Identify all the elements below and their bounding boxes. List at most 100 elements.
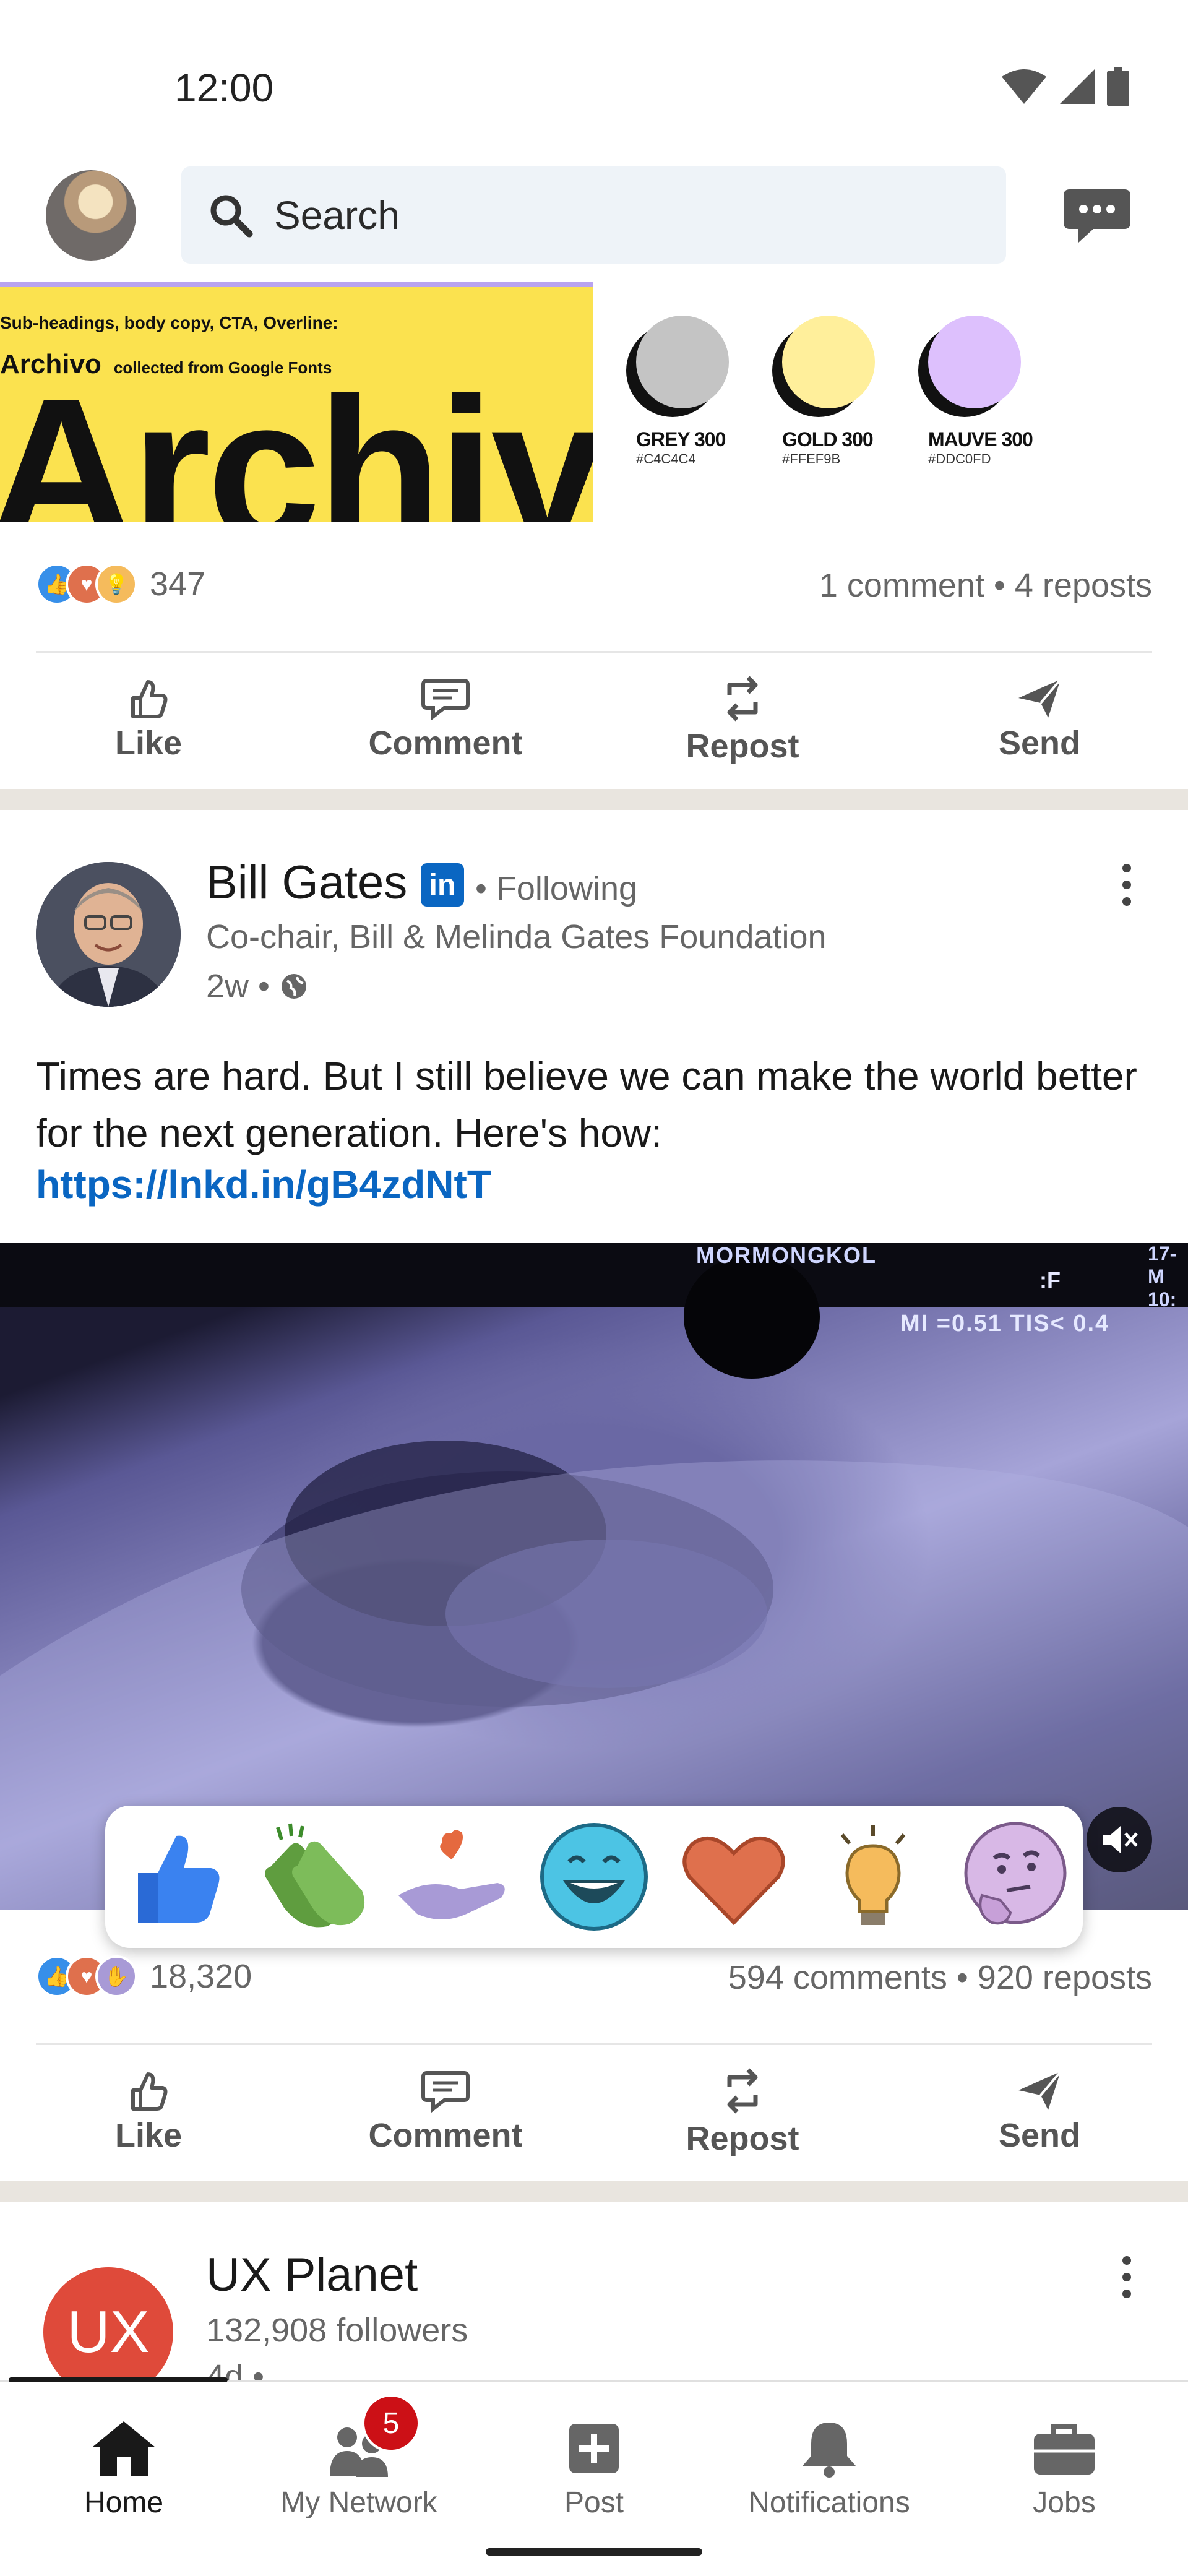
poster-subtitle: Sub-headings, body copy, CTA, Overline:	[0, 313, 338, 332]
send-button[interactable]: Send	[891, 665, 1188, 773]
wifi-icon	[1002, 69, 1046, 104]
send-label: Send	[998, 2116, 1081, 2154]
author-name[interactable]: UX Planet	[206, 2248, 418, 2302]
notification-badge: 5	[362, 2394, 420, 2452]
swatch-name: MAUVE 300	[928, 428, 1033, 450]
search-icon	[210, 195, 253, 237]
comment-icon	[421, 2070, 470, 2113]
nav-home[interactable]: Home	[19, 2419, 229, 2520]
bottom-navigation: Home My Network 5 Post Notifications Job…	[0, 2380, 1188, 2576]
celebrate-reaction[interactable]	[253, 1815, 377, 1939]
divider	[36, 2043, 1152, 2045]
video-overlay-text: :F	[1040, 1267, 1061, 1293]
love-reaction[interactable]	[672, 1815, 796, 1939]
engagement-stats[interactable]: 594 comments • 920 reposts	[728, 1958, 1152, 1997]
nav-home-label: Home	[84, 2486, 164, 2519]
repost-button[interactable]: Repost	[594, 2057, 891, 2166]
reaction-picker	[105, 1806, 1083, 1948]
swatch-circle	[636, 316, 729, 408]
divider	[36, 651, 1152, 653]
reaction-summary[interactable]: 👍 ♥ ✋ 18,320	[36, 1955, 252, 1997]
swatch-hex: #FFEF9B	[782, 451, 841, 467]
mute-button[interactable]	[1087, 1807, 1152, 1872]
battery-icon	[1107, 67, 1129, 106]
nav-jobs-label: Jobs	[1033, 2486, 1096, 2519]
following-status: • Following	[475, 870, 638, 907]
send-button[interactable]: Send	[891, 2057, 1188, 2166]
support-reaction[interactable]	[392, 1815, 516, 1939]
video-overlay-text: MORMONGKOL	[696, 1243, 877, 1268]
swatch-name: GOLD 300	[782, 428, 874, 450]
status-time: 12:00	[174, 66, 274, 110]
status-icons	[1001, 67, 1129, 106]
reaction-count: 347	[150, 566, 206, 603]
send-label: Send	[998, 724, 1081, 762]
signal-icon	[1060, 69, 1095, 104]
nav-post[interactable]: Post	[489, 2419, 699, 2520]
swatch-name: GREY 300	[636, 428, 726, 450]
like-reaction[interactable]	[113, 1815, 237, 1939]
laughing-face-icon	[540, 1823, 648, 1931]
action-bar: Like Comment Repost Send	[0, 665, 1188, 773]
swatch-mauve: MAUVE 300 #DDC0FD	[928, 316, 1033, 467]
thumbs-up-icon	[137, 1835, 220, 1923]
engagement-stats[interactable]: 1 comment • 4 reposts	[819, 566, 1152, 605]
nav-notifications[interactable]: Notifications	[724, 2419, 934, 2520]
like-button[interactable]: Like	[0, 665, 297, 773]
curious-reaction[interactable]	[951, 1815, 1075, 1939]
author-avatar[interactable]	[36, 862, 181, 1007]
more-options-icon[interactable]	[1111, 860, 1142, 910]
insightful-reaction-icon: 💡	[95, 563, 137, 605]
active-tab-indicator	[9, 2377, 228, 2382]
gesture-handle[interactable]	[486, 2548, 702, 2556]
briefcase-icon	[1034, 2424, 1095, 2475]
insightful-reaction[interactable]	[811, 1815, 935, 1939]
poster-big-text: Archivo	[0, 355, 593, 523]
repost-icon	[727, 2068, 758, 2113]
funny-reaction[interactable]	[532, 1815, 656, 1939]
author-name[interactable]: Bill Gates	[206, 856, 407, 910]
post-body-text: Times are hard. But I still believe we c…	[36, 1054, 1137, 1155]
author-headline: Co-chair, Bill & Melinda Gates Foundatio…	[206, 918, 827, 955]
support-reaction-icon: ✋	[95, 1955, 137, 1997]
repost-button[interactable]: Repost	[594, 665, 891, 773]
heart-icon	[682, 1837, 785, 1926]
nav-jobs[interactable]: Jobs	[959, 2419, 1169, 2520]
comment-button[interactable]: Comment	[297, 2057, 594, 2166]
swatch-hex: #DDC0FD	[928, 451, 991, 467]
nav-my-network-label: My Network	[280, 2486, 437, 2519]
nav-my-network[interactable]: My Network 5	[254, 2394, 464, 2520]
swatch-circle	[782, 316, 875, 408]
send-icon	[1018, 2070, 1062, 2110]
action-bar: Like Comment Repost Send	[0, 2057, 1188, 2166]
lightbulb-icon	[841, 1825, 906, 1925]
video-overlay-text: MI =0.51 TIS< 0.4	[900, 1311, 1110, 1337]
post-time-text: 2w •	[206, 968, 270, 1005]
comment-label: Comment	[368, 2116, 523, 2154]
search-input[interactable]: Search	[274, 192, 400, 238]
repost-label: Repost	[686, 2119, 799, 2157]
nav-notifications-label: Notifications	[748, 2486, 910, 2519]
like-icon	[131, 2072, 168, 2111]
swatch-gold: GOLD 300 #FFEF9B	[782, 316, 875, 467]
my-avatar[interactable]	[46, 170, 136, 261]
swatch-hex: #C4C4C4	[636, 451, 696, 467]
swatch-circle	[928, 316, 1021, 408]
feed-separator	[0, 2181, 1188, 2202]
search-bar[interactable]: Search	[181, 166, 1006, 264]
bell-icon	[803, 2423, 856, 2478]
send-icon	[1018, 678, 1062, 718]
post-image-typography[interactable]: Sub-headings, body copy, CTA, Overline: …	[0, 282, 593, 522]
repost-icon	[727, 676, 758, 721]
more-options-icon[interactable]	[1111, 2252, 1142, 2302]
like-label: Like	[114, 2116, 183, 2154]
reaction-summary[interactable]: 👍 ♥ 💡 347	[36, 563, 205, 605]
nav-post-label: Post	[564, 2486, 624, 2519]
author-portrait	[36, 862, 181, 1007]
post-link[interactable]: https://lnkd.in/gB4zdNtT	[36, 1161, 491, 1207]
heart-hand-icon	[398, 1830, 506, 1919]
clapping-hands-icon	[264, 1823, 364, 1928]
comment-button[interactable]: Comment	[297, 665, 594, 773]
messaging-icon[interactable]	[1061, 186, 1133, 248]
like-button[interactable]: Like	[0, 2057, 297, 2166]
